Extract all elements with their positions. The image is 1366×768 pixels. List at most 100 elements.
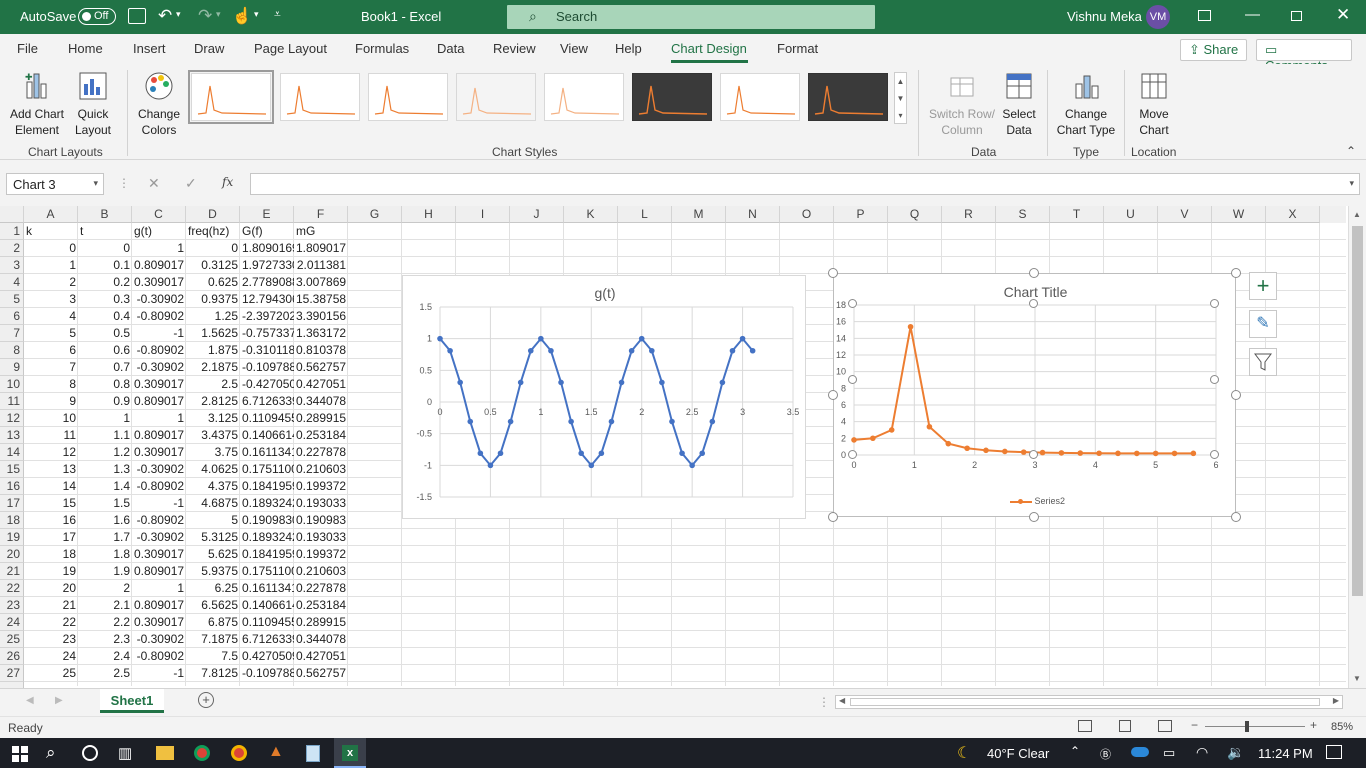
plot-handle-s[interactable] [1029,450,1038,459]
row-header[interactable]: 10 [0,376,24,393]
cell-f19[interactable]: 0.193033 [294,529,348,546]
column-header-b[interactable]: B [78,206,132,223]
tab-insert[interactable]: Insert [133,41,166,56]
plot-handle-ne[interactable] [1210,299,1219,308]
column-header-x[interactable]: X [1266,206,1320,223]
cell-c16[interactable]: -0.80902 [132,478,186,495]
cell-d14[interactable]: 3.75 [186,444,240,461]
cell-c11[interactable]: 0.809017 [132,393,186,410]
formula-input[interactable]: ▾ [250,173,1360,195]
cell-b2[interactable]: 0 [78,240,132,257]
cell-d2[interactable]: 0 [186,240,240,257]
cell-d15[interactable]: 4.0625 [186,461,240,478]
volume-icon[interactable]: 🔉 [1227,744,1244,761]
cell-f13[interactable]: 0.253184 [294,427,348,444]
insert-function-icon[interactable]: fx [222,175,233,189]
tab-draw[interactable]: Draw [194,41,224,56]
plot-handle-se[interactable] [1210,450,1219,459]
cell-b26[interactable]: 2.4 [78,648,132,665]
column-header-u[interactable]: U [1104,206,1158,223]
row-header[interactable]: 17 [0,495,24,512]
cancel-icon[interactable]: ✕ [148,175,160,192]
row-header[interactable]: 21 [0,563,24,580]
notepad-icon[interactable] [306,745,320,762]
row-header[interactable]: 8 [0,342,24,359]
cell-a18[interactable]: 16 [24,512,78,529]
cell-b9[interactable]: 0.7 [78,359,132,376]
cell-f1[interactable]: mG [294,223,348,240]
zoom-out-icon[interactable]: − [1191,718,1198,732]
cell-e1[interactable]: G(f) [240,223,294,240]
weather-text[interactable]: 40°F Clear [987,746,1049,761]
chart-style-4[interactable] [456,73,536,121]
onedrive-icon[interactable] [1131,747,1149,757]
chart-mg-legend[interactable]: Series2 [1010,496,1065,506]
move-chart-button[interactable]: Move Chart [1130,70,1178,138]
tab-data[interactable]: Data [437,41,464,56]
cell-a13[interactable]: 11 [24,427,78,444]
chart-mg[interactable]: Chart Title 18 16 14 12 10 8 6 4 2 0 0 1 2 3 4 5 6 Serie… [833,273,1236,517]
cell-a2[interactable]: 0 [24,240,78,257]
save-icon[interactable] [128,8,146,24]
cell-d22[interactable]: 6.25 [186,580,240,597]
cell-c3[interactable]: 0.809017 [132,257,186,274]
styles-scroll-buttons[interactable]: ▲ ▼ ▾ [894,72,907,124]
resize-handle-e[interactable] [1231,390,1241,400]
cell-b8[interactable]: 0.6 [78,342,132,359]
tab-home[interactable]: Home [68,41,103,56]
resize-handle-s[interactable] [1029,512,1039,522]
cell-e23[interactable]: 0.1406614 [240,597,294,614]
cell-e18[interactable]: 0.1909830 [240,512,294,529]
row-header[interactable]: 9 [0,359,24,376]
customize-qat-icon[interactable]: ⩡ [274,7,281,22]
taskbar-search-icon[interactable]: ⌕ [46,743,56,763]
h-scroll-thumb[interactable] [850,698,1320,706]
row-header[interactable]: 4 [0,274,24,291]
cell-e24[interactable]: 0.1109455 [240,614,294,631]
select-data-button[interactable]: Select Data [998,70,1040,138]
column-header-e[interactable]: E [240,206,294,223]
network-device-icon[interactable]: ▭ [1163,745,1175,761]
split-handle-icon[interactable]: ⋮ [818,695,830,709]
row-header[interactable]: 20 [0,546,24,563]
zoom-level[interactable]: 85% [1331,721,1353,733]
collapse-ribbon-icon[interactable]: ⌃ [1346,144,1356,158]
comments-button[interactable]: ▭ Comments [1256,39,1352,73]
matlab-icon[interactable]: ▲ [268,743,284,761]
add-chart-element-button[interactable]: ✚ Add Chart Element [6,70,68,138]
column-header-s[interactable]: S [996,206,1050,223]
cell-a15[interactable]: 13 [24,461,78,478]
row-header[interactable]: 25 [0,631,24,648]
cell-e6[interactable]: -2.397202: [240,308,294,325]
column-header-r[interactable]: R [942,206,996,223]
cell-f15[interactable]: 0.210603 [294,461,348,478]
row-header[interactable]: 18 [0,512,24,529]
name-box[interactable]: Chart 3 ▾ [6,173,104,195]
cell-b17[interactable]: 1.5 [78,495,132,512]
cell-f12[interactable]: 0.289915 [294,410,348,427]
cell-a12[interactable]: 10 [24,410,78,427]
cell-a16[interactable]: 14 [24,478,78,495]
cell-a21[interactable]: 19 [24,563,78,580]
chrome-alt-icon[interactable] [231,745,247,761]
change-chart-type-button[interactable]: Change Chart Type [1053,70,1119,138]
cell-e12[interactable]: 0.1109455 [240,410,294,427]
cell-c12[interactable]: 1 [132,410,186,427]
cell-d11[interactable]: 2.8125 [186,393,240,410]
column-header-m[interactable]: M [672,206,726,223]
cell-b6[interactable]: 0.4 [78,308,132,325]
cell-e15[interactable]: 0.1751100 [240,461,294,478]
cell-e26[interactable]: 0.4270509 [240,648,294,665]
cell-e5[interactable]: 12.794306 [240,291,294,308]
chart-style-7[interactable] [720,73,800,121]
cell-e7[interactable]: -0.757337 [240,325,294,342]
cell-f5[interactable]: 15.38758 [294,291,348,308]
row-header[interactable]: 6 [0,308,24,325]
task-view-icon[interactable]: ▥ [118,744,132,762]
resize-handle-sw[interactable] [828,512,838,522]
close-icon[interactable]: ✕ [1336,5,1350,25]
tray-app-icon[interactable]: Ⓑ [1100,746,1111,762]
cell-b1[interactable]: t [78,223,132,240]
resize-handle-nw[interactable] [828,268,838,278]
cell-e25[interactable]: 6.7126339 [240,631,294,648]
